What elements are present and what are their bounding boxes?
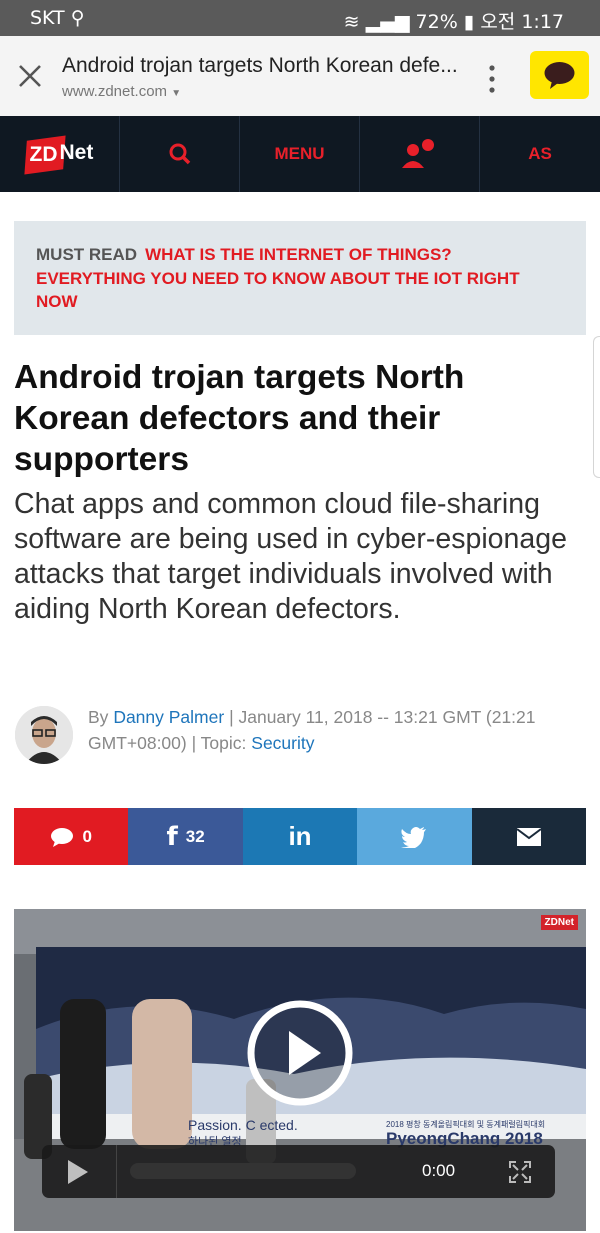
more-options-icon[interactable] — [486, 64, 498, 94]
email-share-button[interactable] — [471, 808, 587, 865]
email-icon — [516, 827, 541, 846]
browser-url-bar: Android trojan targets North Korean defe… — [0, 36, 600, 117]
comments-button[interactable]: 0 — [14, 808, 129, 865]
must-read-label: MUST READ — [36, 245, 138, 264]
play-overlay-icon[interactable] — [245, 998, 355, 1108]
kakaotalk-share-button[interactable] — [530, 51, 589, 99]
facebook-share-count: 32 — [185, 826, 205, 846]
clock: 오전 1:17 — [480, 11, 564, 33]
byline-by: By — [88, 707, 109, 727]
fullscreen-icon[interactable] — [508, 1160, 532, 1184]
linkedin-icon: in — [288, 821, 312, 851]
video-player[interactable]: Passion. C ected. 하나된 열정 2018 평창 동계올림픽대회… — [14, 909, 586, 1231]
wifi-icon: ≋ — [343, 11, 360, 33]
status-bar: SKT ⚲ ≋ ▂▄▆ 72% ▮ 오전 1:17 — [0, 0, 600, 36]
author-link[interactable]: Danny Palmer — [113, 707, 224, 727]
logo-net-text: Net — [59, 141, 94, 164]
search-icon — [169, 143, 190, 165]
video-controls: 0:00 — [42, 1145, 555, 1198]
video-watermark-logo: ZDNet — [540, 915, 578, 930]
status-right: ≋ ▂▄▆ 72% ▮ 오전 1:17 — [344, 7, 564, 34]
facebook-share-button[interactable]: f 32 — [128, 808, 243, 865]
signal-icon: ▂▄▆ — [365, 11, 410, 33]
facebook-icon: f — [166, 821, 178, 852]
must-read-banner: MUST READ WHAT IS THE INTERNET OF THINGS?… — [14, 221, 586, 335]
chevron-down-icon: ▼ — [171, 88, 182, 99]
author-photo — [15, 706, 73, 764]
battery-icon: ▮ — [463, 11, 475, 33]
chat-bubble-icon — [544, 62, 575, 89]
search-button[interactable] — [120, 116, 240, 192]
video-seek-bar[interactable] — [130, 1163, 356, 1179]
account-button[interactable] — [360, 116, 480, 192]
battery-percent: 72% — [415, 11, 458, 33]
user-icon — [401, 139, 434, 168]
play-button-icon[interactable] — [60, 1156, 92, 1188]
video-time: 0:00 — [422, 1161, 456, 1180]
comment-icon — [51, 827, 74, 847]
article-headline: Android trojan targets North Korean defe… — [14, 359, 465, 478]
topic-link[interactable]: Security — [251, 733, 314, 753]
linkedin-share-button[interactable]: in — [242, 808, 358, 865]
menu-button[interactable]: MENU — [240, 116, 360, 192]
scroll-handle[interactable] — [593, 336, 600, 478]
zdnet-logo[interactable]: ZD Net — [0, 116, 120, 192]
logo-zd-text: ZD — [29, 143, 58, 166]
article-subheadline: Chat apps and common cloud file-sharing … — [14, 488, 567, 625]
video-seek-divider — [116, 1145, 117, 1198]
twitter-icon — [401, 826, 427, 848]
comment-count: 0 — [82, 826, 92, 846]
url-host[interactable]: www.zdnet.com ▼ — [62, 83, 181, 100]
edition-selector[interactable]: AS — [480, 116, 600, 192]
author-avatar[interactable] — [15, 706, 73, 764]
share-bar: 0 f 32 in — [14, 808, 587, 865]
page-title[interactable]: Android trojan targets North Korean defe… — [62, 54, 462, 78]
article-byline: By Danny Palmer | January 11, 2018 -- 13… — [88, 704, 588, 756]
site-navigation: ZD Net MENU AS — [0, 116, 600, 192]
link-icon: ⚲ — [70, 7, 85, 29]
scene-text-passion: Passion. C ected. — [188, 1117, 298, 1133]
carrier-label: SKT ⚲ — [30, 7, 85, 29]
close-icon[interactable] — [16, 62, 44, 90]
twitter-share-button[interactable] — [357, 808, 472, 865]
